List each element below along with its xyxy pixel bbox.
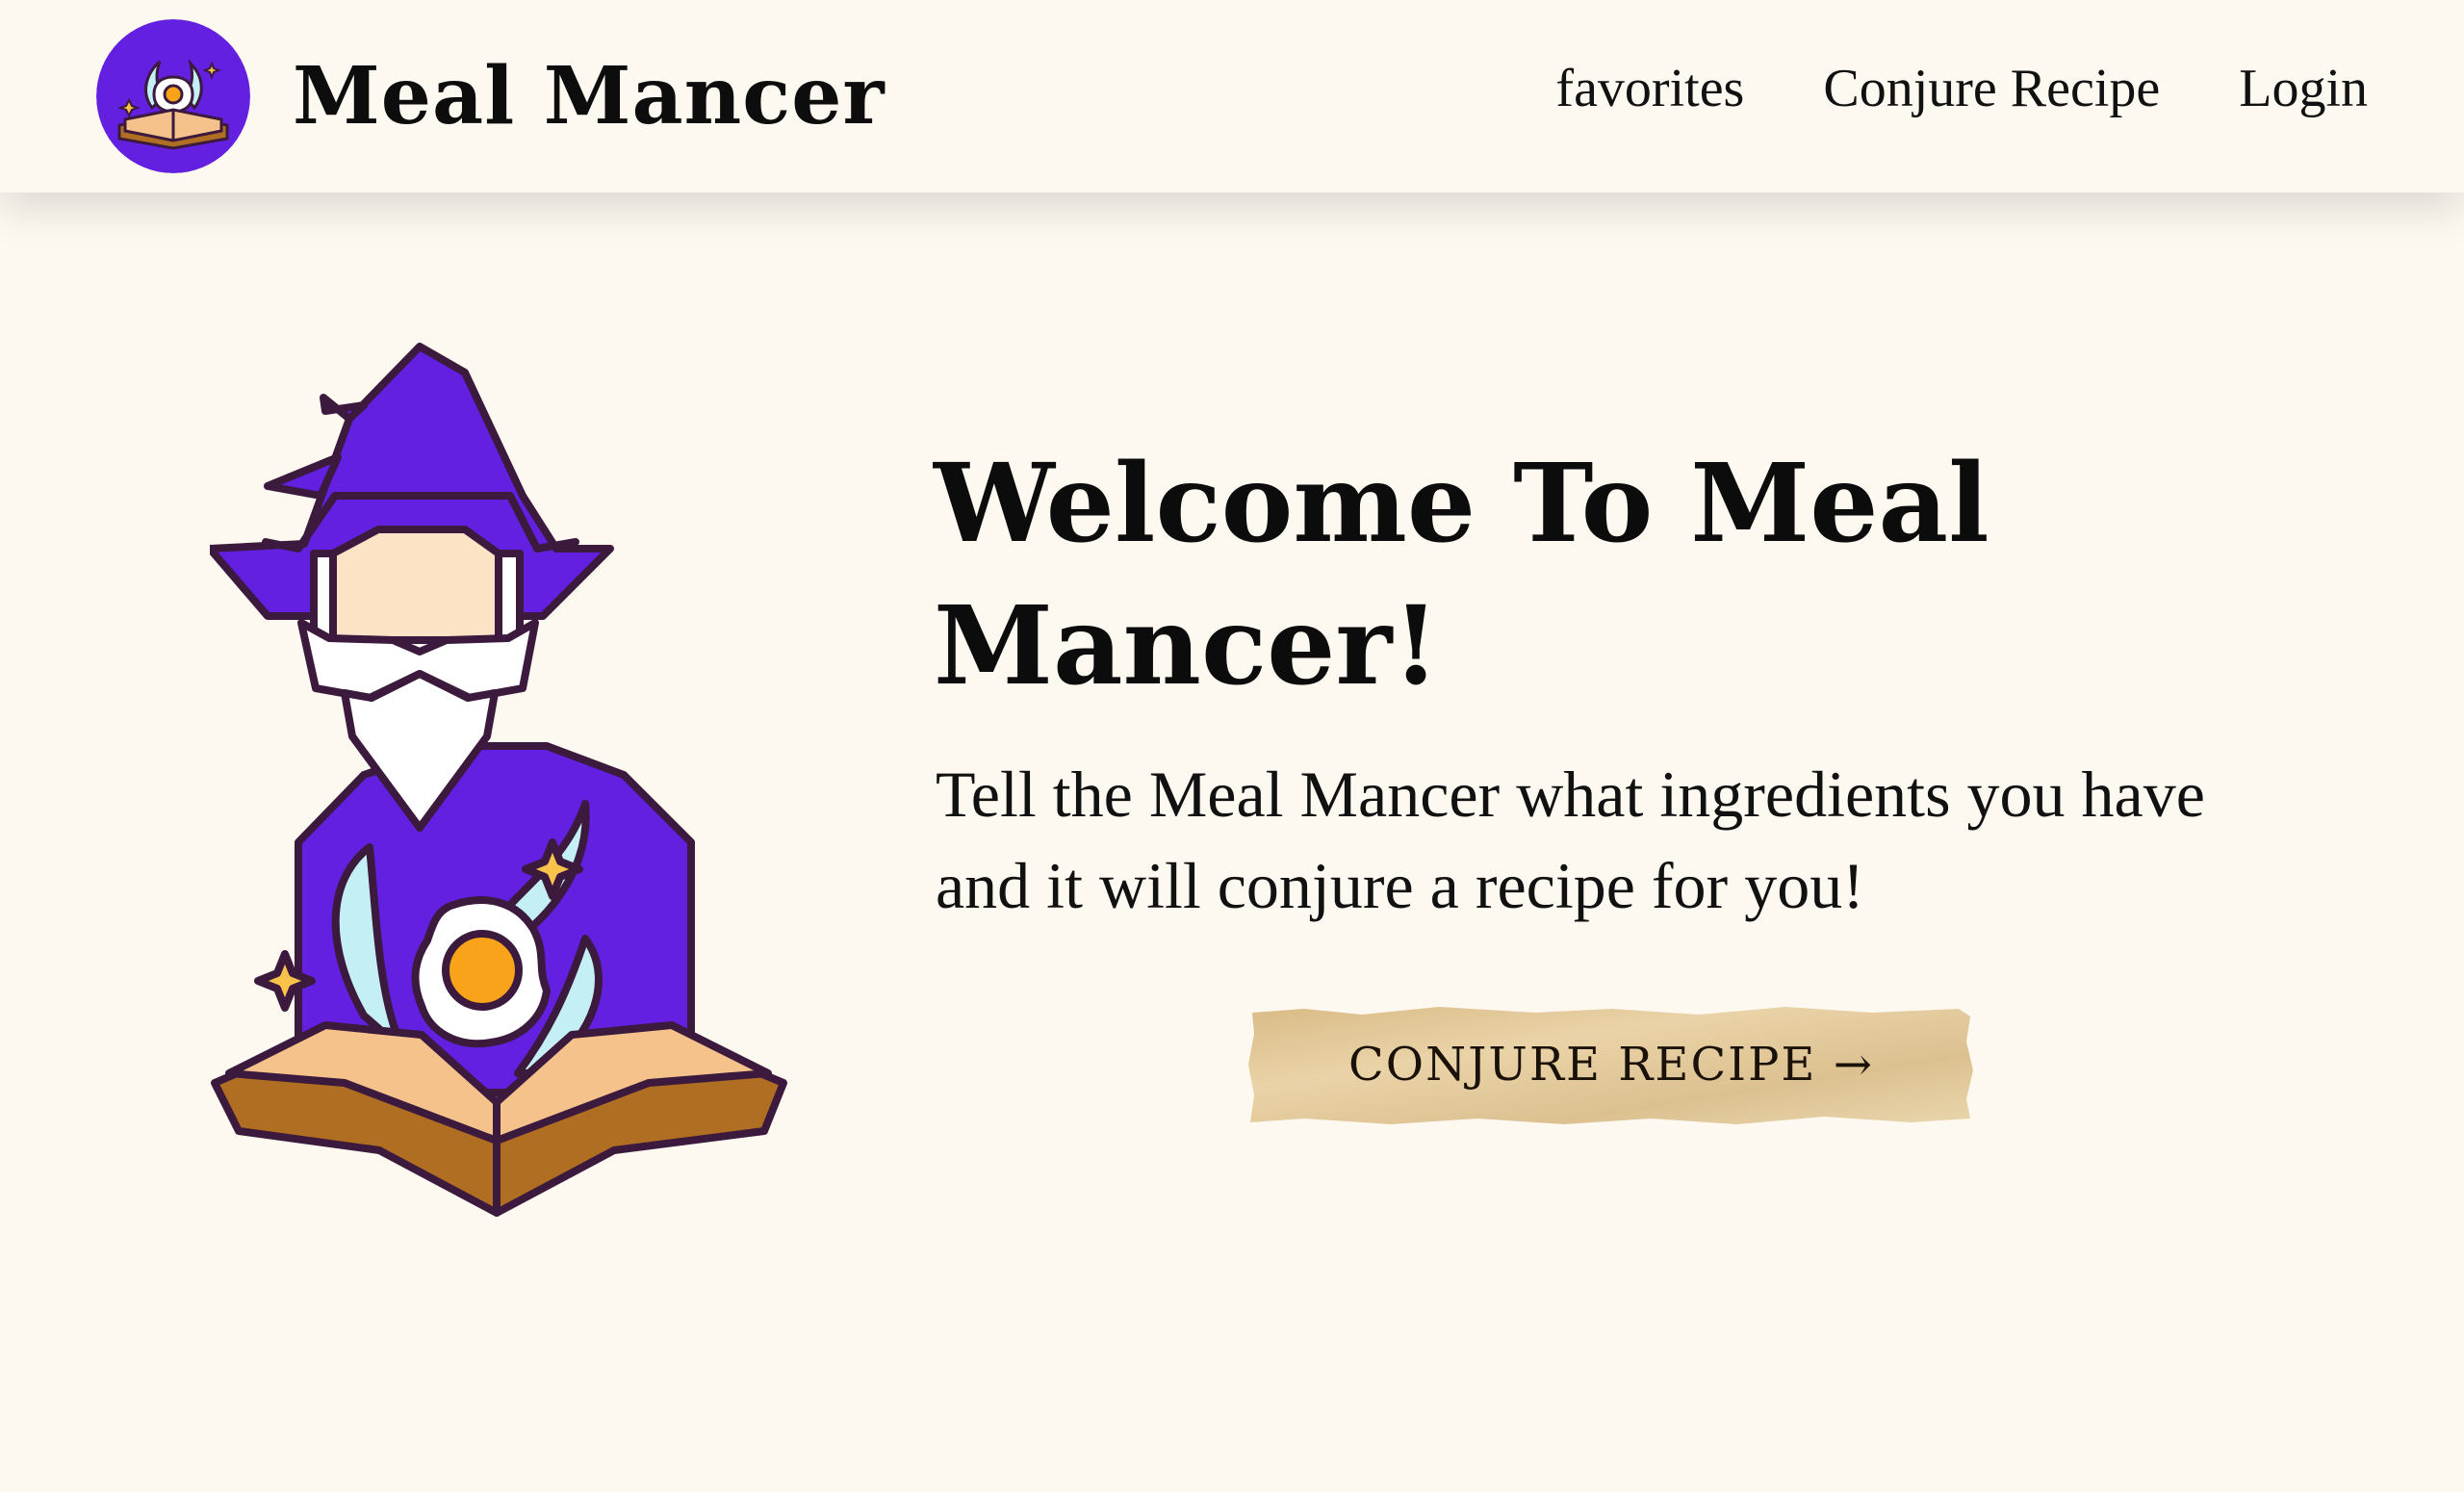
conjure-recipe-button-label: CONJURE RECIPE → bbox=[1348, 1038, 1874, 1092]
nav-link-favorites[interactable]: favorites bbox=[1555, 58, 1744, 119]
nav-link-conjure-recipe[interactable]: Conjure Recipe bbox=[1823, 58, 2160, 119]
hero-subtitle: Tell the Meal Mancer what ingredients yo… bbox=[936, 758, 2205, 922]
hero-title: Welcome To Meal Mancer! bbox=[934, 441, 1989, 709]
nav-link-login[interactable]: Login bbox=[2239, 58, 2368, 119]
wizard-illustration-icon bbox=[210, 343, 787, 1217]
meal-mancer-logo-icon bbox=[96, 19, 250, 173]
nav-links: favorites Conjure Recipe Login bbox=[1555, 58, 2368, 119]
brand-home-link[interactable]: Meal Mancer bbox=[96, 19, 886, 173]
conjure-recipe-button[interactable]: CONJURE RECIPE → bbox=[1246, 1003, 1976, 1126]
brand-name: Meal Mancer bbox=[293, 50, 886, 142]
navbar: Meal Mancer favorites Conjure Recipe Log… bbox=[0, 0, 2464, 193]
